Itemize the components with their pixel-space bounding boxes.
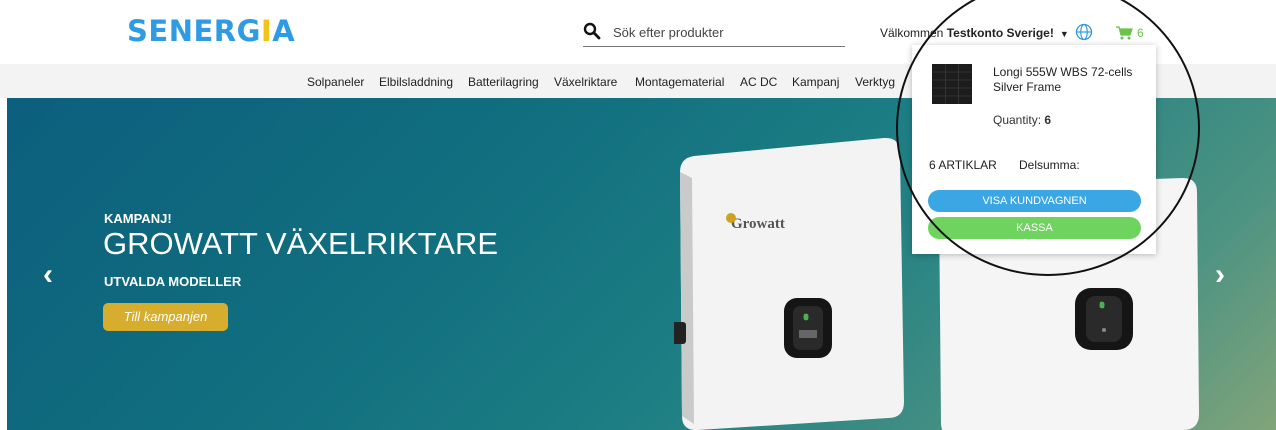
chevron-left-icon[interactable]: ‹ — [43, 258, 53, 292]
cart-subtotal-label: Delsumma: — [1019, 158, 1080, 172]
cart-product-name[interactable]: Longi 555W WBS 72-cells Silver Frame — [993, 65, 1148, 95]
quantity-label: Quantity: — [993, 113, 1042, 127]
logo-accent: I — [260, 14, 273, 48]
view-cart-button[interactable]: VISA KUNDVAGNEN — [928, 190, 1141, 212]
svg-text:Growatt: Growatt — [731, 216, 785, 232]
nav-item-elbilsladdning[interactable]: Elbilsladdning — [379, 75, 453, 89]
cart-count[interactable]: 6 — [1137, 26, 1144, 40]
senergia-logo[interactable]: SENERGIA — [127, 14, 295, 48]
logo-text: SENERG — [127, 14, 261, 48]
promo-subtitle: UTVALDA MODELLER — [104, 274, 242, 289]
nav-item-batterilagring[interactable]: Batterilagring — [468, 75, 539, 89]
nav-item-solpaneler[interactable]: Solpaneler — [307, 75, 364, 89]
search-input[interactable] — [613, 22, 833, 42]
cart-items-count: 6 ARTIKLAR — [929, 158, 997, 172]
account-menu[interactable]: Välkommen Testkonto Sverige! ▼ — [880, 26, 1069, 40]
campaign-button[interactable]: Till kampanjen — [103, 303, 228, 331]
search-bar — [583, 22, 845, 47]
mini-cart-popup: Longi 555W WBS 72-cells Silver Frame Qua… — [912, 45, 1156, 254]
chevron-right-icon[interactable]: › — [1215, 258, 1225, 292]
welcome-text: Välkommen — [880, 26, 944, 40]
cart-product-quantity: Quantity: 6 — [993, 113, 1051, 127]
cart-icon[interactable] — [1116, 26, 1133, 40]
nav-item-vaxelriktare[interactable]: Växelriktare — [554, 75, 617, 89]
chevron-down-icon: ▼ — [1059, 29, 1069, 39]
inverter-image: Growatt — [674, 137, 904, 430]
search-icon[interactable] — [583, 22, 601, 40]
nav-item-montagematerial[interactable]: Montagematerial — [635, 75, 724, 89]
logo-text-end: A — [272, 14, 296, 48]
solar-panel-thumbnail[interactable] — [932, 64, 972, 104]
nav-item-ac-dc[interactable]: AC DC — [740, 75, 777, 89]
promo-kicker: KAMPANJ! — [104, 211, 172, 226]
globe-icon[interactable] — [1075, 23, 1093, 41]
account-name: Testkonto Sverige! — [946, 26, 1054, 40]
nav-item-kampanj[interactable]: Kampanj — [792, 75, 839, 89]
quantity-value: 6 — [1044, 113, 1052, 127]
checkout-button[interactable]: KASSA — [928, 217, 1141, 239]
promo-title: GROWATT VÄXELRIKTARE — [103, 226, 499, 261]
nav-item-verktyg[interactable]: Verktyg — [855, 75, 895, 89]
